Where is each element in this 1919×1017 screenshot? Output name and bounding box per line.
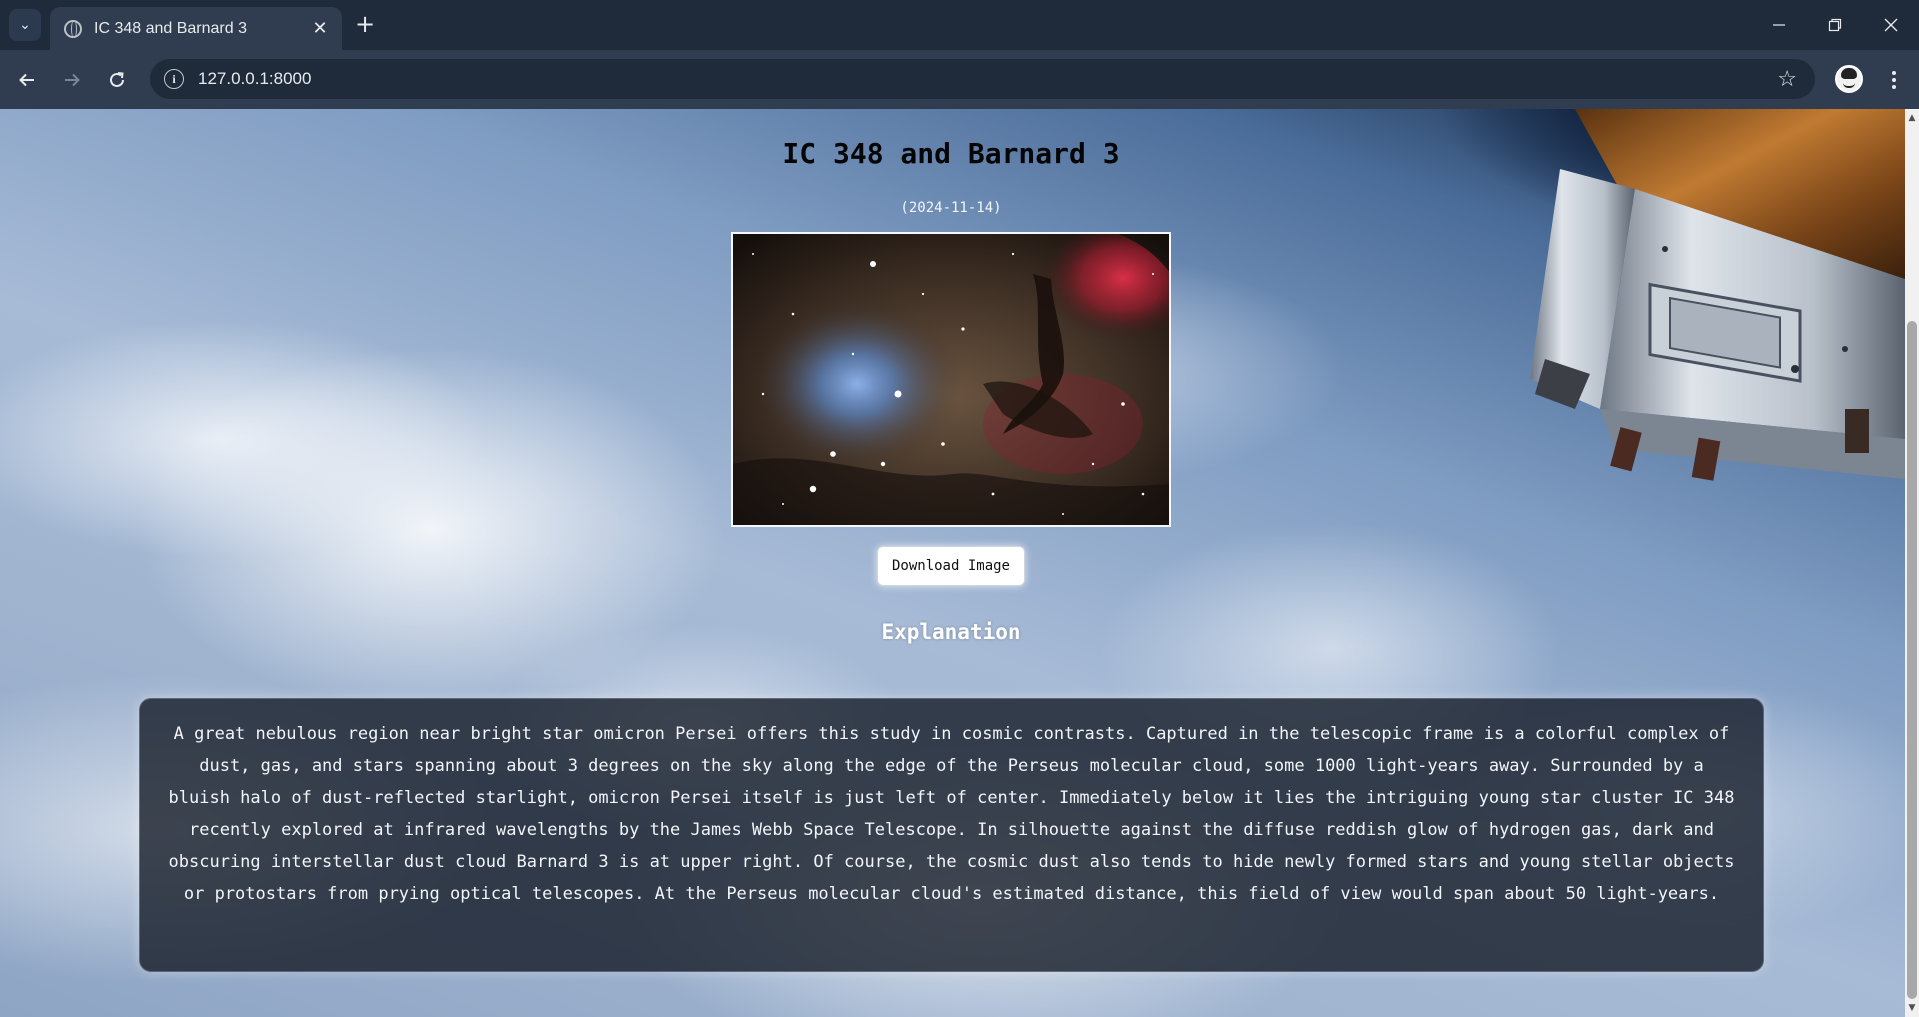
apod-image [731,232,1171,527]
scrollbar-thumb[interactable] [1907,321,1917,999]
star-icon[interactable]: ☆ [1777,67,1797,92]
nebula-image [733,234,1169,525]
new-tab-button[interactable]: + [351,11,379,39]
info-icon[interactable]: i [164,69,184,89]
close-icon [1884,18,1898,32]
explanation-heading: Explanation [881,620,1021,644]
vertical-scrollbar[interactable]: ▲ ▼ [1905,109,1919,1017]
browser-toolbar: i 127.0.0.1:8000 ☆ [0,50,1919,109]
arrow-right-icon [65,73,80,87]
chevron-down-icon: ⌄ [19,17,31,33]
reload-icon [110,72,124,87]
tab-search-button[interactable]: ⌄ [9,9,41,41]
reload-button[interactable] [101,64,133,96]
profile-avatar[interactable] [1835,65,1863,93]
tab-close-icon[interactable]: ✕ [310,18,330,39]
arrow-left-icon [19,73,34,87]
minimize-icon [1773,24,1785,26]
minimize-button[interactable] [1751,0,1807,50]
forward-button[interactable] [56,64,88,96]
address-bar[interactable]: i 127.0.0.1:8000 ☆ [150,59,1815,99]
url-text[interactable]: 127.0.0.1:8000 [198,69,1777,89]
active-tab[interactable]: IC 348 and Barnard 3 ✕ [50,7,342,50]
apod-content: IC 348 and Barnard 3 (2024-11-14) Downlo… [0,109,1905,1017]
page-viewport: IC 348 and Barnard 3 (2024-11-14) Downlo… [0,109,1905,1017]
download-image-button[interactable]: Download Image [877,546,1025,586]
explanation-panel: A great nebulous region near bright star… [139,698,1764,972]
kebab-menu-icon [1892,71,1896,89]
tab-strip: ⌄ IC 348 and Barnard 3 ✕ + [0,0,1919,50]
browser-menu-button[interactable] [1878,64,1910,96]
page-date: (2024-11-14) [900,200,1002,216]
globe-icon [64,19,82,38]
restore-icon [1828,18,1842,32]
page-title: IC 348 and Barnard 3 [782,137,1120,170]
scroll-up-arrow-icon[interactable]: ▲ [1905,111,1919,125]
explanation-text: A great nebulous region near bright star… [168,724,1735,904]
back-button[interactable] [11,64,43,96]
tab-title: IC 348 and Barnard 3 [94,19,247,37]
scroll-down-arrow-icon[interactable]: ▼ [1905,1001,1919,1015]
window-close-button[interactable] [1863,0,1919,50]
restore-button[interactable] [1807,0,1863,50]
